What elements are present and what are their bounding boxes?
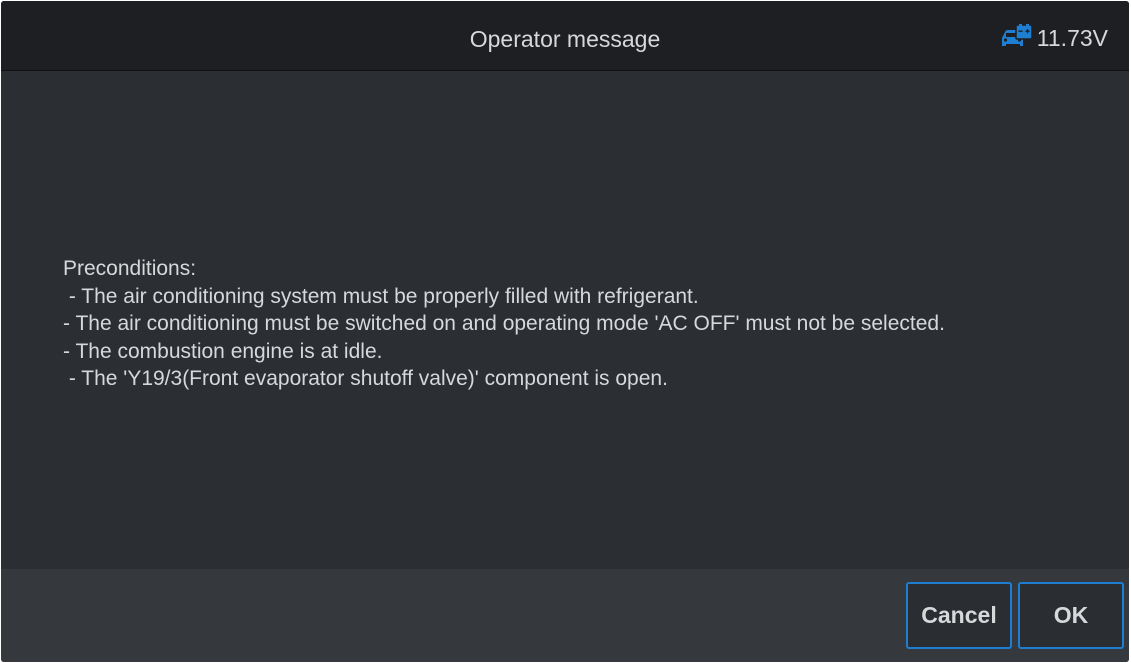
dialog-header: Operator message 11.73V	[1, 1, 1129, 71]
voltage-indicator: 11.73V	[999, 22, 1108, 54]
preconditions-message: Preconditions: - The air conditioning sy…	[63, 257, 945, 390]
battery-car-icon	[999, 24, 1033, 52]
dialog-body: Preconditions: - The air conditioning sy…	[1, 71, 1129, 569]
ok-button[interactable]: OK	[1018, 582, 1124, 649]
cancel-button[interactable]: Cancel	[906, 582, 1012, 649]
voltage-value: 11.73V	[1036, 24, 1108, 51]
dialog-title: Operator message	[469, 26, 661, 52]
operator-message-dialog: Operator message 11.73V Preconditions: -…	[1, 1, 1129, 662]
dialog-footer: Cancel OK	[1, 569, 1129, 662]
